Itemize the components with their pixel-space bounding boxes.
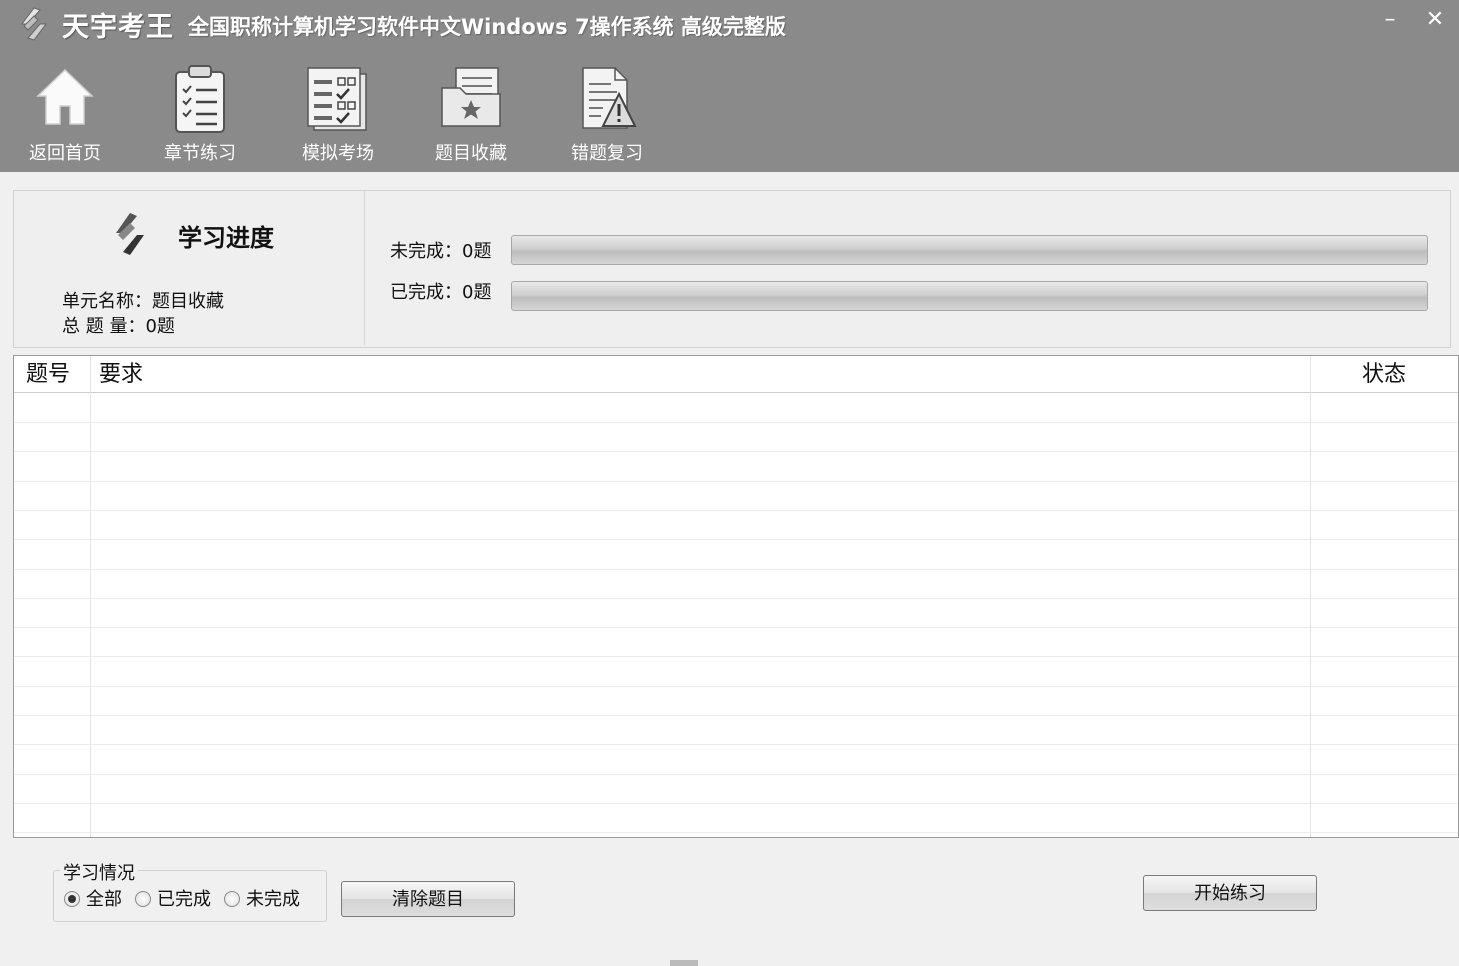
column-divider — [1310, 356, 1311, 837]
table-row-line — [14, 480, 1458, 482]
study-status-title: 学习情况 — [60, 859, 138, 885]
close-button[interactable]: ✕ — [1420, 6, 1450, 34]
column-header-requirement[interactable]: 要求 — [99, 356, 143, 392]
question-table[interactable]: 题号 要求 状态 — [13, 355, 1459, 838]
favorite-folder-icon — [441, 67, 501, 127]
table-row-line — [14, 539, 1458, 541]
table-row-line — [14, 422, 1458, 423]
table-row-line — [14, 627, 1458, 629]
table-row-line — [14, 451, 1458, 453]
radio-indicator — [135, 891, 151, 907]
table-row-line — [14, 744, 1458, 746]
nav-wrong-review-label: 错题复习 — [571, 143, 643, 164]
nav-mock-exam-label: 模拟考场 — [302, 143, 374, 164]
filter-all-radio[interactable]: 全部 — [64, 885, 122, 911]
total-questions-text: 总 题 量：0题 — [62, 316, 175, 337]
window-title: 全国职称计算机学习软件中文Windows 7操作系统 高级完整版 — [188, 15, 786, 39]
unit-name-text: 单元名称：题目收藏 — [62, 291, 224, 312]
incomplete-label: 未完成：0题 — [390, 241, 492, 262]
nav-favorites-label: 题目收藏 — [435, 143, 507, 164]
radio-indicator — [224, 891, 240, 907]
header-toolbar: 天宇考王 全国职称计算机学习软件中文Windows 7操作系统 高级完整版 – … — [0, 0, 1459, 172]
filter-completed-radio[interactable]: 已完成 — [135, 885, 211, 911]
nav-chapter-practice-label: 章节练习 — [164, 143, 236, 164]
clear-questions-button[interactable]: 清除题目 — [341, 881, 515, 917]
column-header-status[interactable]: 状态 — [1362, 356, 1406, 392]
exam-sheet-icon — [307, 67, 367, 131]
table-row-line — [14, 685, 1458, 687]
progress-title: 学习进度 — [178, 224, 274, 252]
nav-chapter-practice-button[interactable]: 章节练习 — [150, 64, 250, 168]
minimize-button[interactable]: – — [1375, 6, 1405, 34]
filter-incomplete-label: 未完成 — [246, 889, 300, 910]
filter-completed-label: 已完成 — [157, 889, 211, 910]
table-header: 题号 要求 状态 — [14, 356, 1458, 393]
resize-grip[interactable] — [670, 960, 698, 966]
complete-progress-bar — [511, 281, 1428, 311]
app-logo-icon — [21, 7, 47, 41]
filter-all-label: 全部 — [86, 889, 122, 910]
warning-document-icon — [582, 67, 637, 129]
progress-logo-icon — [116, 213, 144, 255]
nav-home-button[interactable]: 返回首页 — [15, 64, 115, 168]
nav-home-label: 返回首页 — [29, 143, 101, 164]
start-practice-button[interactable]: 开始练习 — [1143, 875, 1317, 911]
nav-wrong-review-button[interactable]: 错题复习 — [557, 64, 657, 168]
incomplete-progress-bar — [511, 235, 1428, 265]
complete-label: 已完成：0题 — [390, 282, 492, 303]
table-row-line — [14, 509, 1458, 511]
table-row-line — [14, 656, 1458, 658]
radio-selected-indicator — [64, 891, 80, 907]
clipboard-checklist-icon — [175, 65, 225, 133]
column-header-number[interactable]: 题号 — [26, 356, 70, 392]
table-row-line — [14, 568, 1458, 570]
column-divider — [90, 356, 91, 837]
home-icon — [36, 68, 94, 125]
brand-name: 天宇考王 — [62, 12, 174, 43]
nav-favorites-button[interactable]: 题目收藏 — [421, 64, 521, 168]
table-row-line — [14, 773, 1458, 775]
progress-panel: 学习进度 单元名称：题目收藏 总 题 量：0题 未完成：0题 已完成：0题 — [13, 190, 1451, 348]
table-row-line — [14, 832, 1458, 834]
filter-incomplete-radio[interactable]: 未完成 — [224, 885, 300, 911]
progress-summary: 学习进度 单元名称：题目收藏 总 题 量：0题 — [14, 191, 365, 345]
table-row-line — [14, 715, 1458, 716]
table-row-line — [14, 597, 1458, 599]
table-row-line — [14, 802, 1458, 804]
nav-mock-exam-button[interactable]: 模拟考场 — [288, 64, 388, 168]
